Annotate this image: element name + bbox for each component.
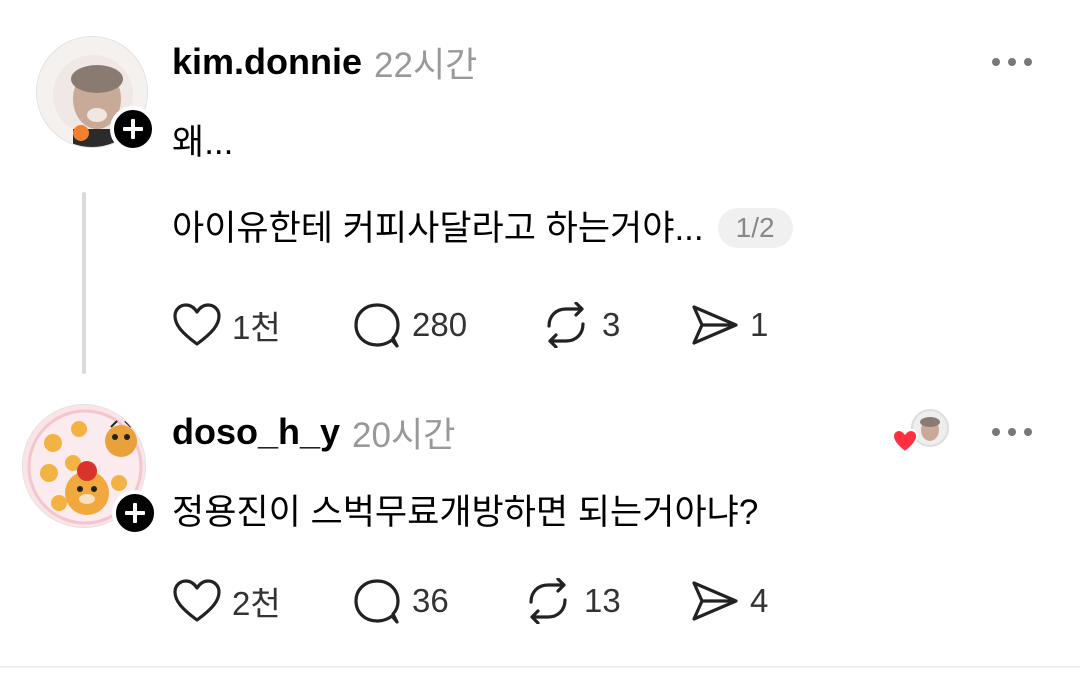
post-header: doso_h_y 20시간 xyxy=(172,410,455,455)
send-icon xyxy=(692,581,738,621)
share-button[interactable]: 4 xyxy=(690,576,768,626)
post-doso-h-y: doso_h_y 20시간 정용진이 스벅무료개방하면 되는거아냐? 2천 36… xyxy=(0,0,1080,666)
heart-filled-icon xyxy=(891,428,919,454)
comment-button[interactable]: 36 xyxy=(352,576,449,626)
like-count: 2천 xyxy=(232,585,281,622)
follow-plus-icon[interactable] xyxy=(112,490,158,536)
comment-count: 36 xyxy=(412,582,449,619)
repost-button[interactable]: 13 xyxy=(522,576,621,626)
timestamp: 20시간 xyxy=(352,415,456,455)
avatar-doso-h-y[interactable] xyxy=(22,404,158,536)
speech-bubble-icon xyxy=(354,579,400,624)
post-text: 정용진이 스벅무료개방하면 되는거아냐? xyxy=(172,493,759,532)
divider xyxy=(0,666,1080,668)
heart-outline-icon xyxy=(173,579,221,622)
share-count: 4 xyxy=(750,582,769,619)
repost-count: 13 xyxy=(584,582,621,619)
repost-arrows-icon xyxy=(529,578,567,624)
liked-by-author xyxy=(891,408,952,458)
username[interactable]: doso_h_y xyxy=(172,411,340,453)
more-dots-icon[interactable] xyxy=(992,426,1032,438)
like-button[interactable]: 2천 xyxy=(172,576,281,626)
